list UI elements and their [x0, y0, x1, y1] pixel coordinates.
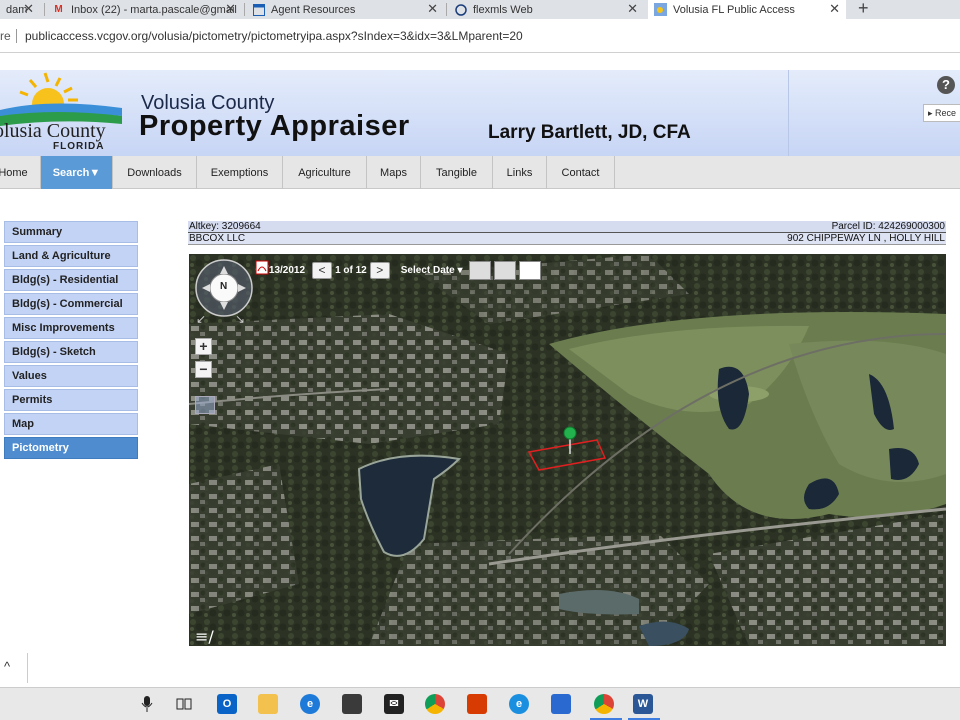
svg-text:≡/: ≡/: [195, 627, 214, 646]
property-address: 902 CHIPPEWAY LN , HOLLY HILL: [787, 233, 945, 244]
mail-icon[interactable]: ✉: [384, 694, 404, 714]
site-info-label[interactable]: re: [0, 29, 11, 43]
tab-close-icon[interactable]: ✕: [427, 1, 438, 17]
recent-button[interactable]: ▸ Rece: [923, 104, 960, 122]
aerial-image[interactable]: ≡/: [189, 254, 946, 646]
browser-tab-agent-resources[interactable]: Agent Resources ✕: [246, 0, 444, 19]
browser-tab-bar: ✕ dam M Inbox (22) - marta.pascale@gmail…: [0, 0, 960, 19]
sidebar-item-commercial[interactable]: Bldg(s) - Commercial: [4, 293, 138, 315]
nav-tangible[interactable]: Tangible: [421, 156, 493, 189]
browser-tab-flexmls[interactable]: flexmls Web ✕: [448, 0, 644, 19]
sidebar-item-sketch[interactable]: Bldg(s) - Sketch: [4, 341, 138, 363]
chrome-icon[interactable]: [425, 694, 445, 714]
nav-exemptions[interactable]: Exemptions: [197, 156, 283, 189]
internet-explorer-icon[interactable]: e: [509, 694, 529, 714]
tab-title: flexmls Web: [473, 3, 533, 16]
sidebar-item-permits[interactable]: Permits: [4, 389, 138, 411]
browser-tab-1[interactable]: ✕ dam: [0, 0, 40, 19]
page-title: Property Appraiser: [139, 110, 410, 142]
sidebar-item-land[interactable]: Land & Agriculture: [4, 245, 138, 267]
property-info-row-2: BBCOX LLC 902 CHIPPEWAY LN , HOLLY HILL: [188, 233, 946, 245]
nav-search[interactable]: Search▼: [41, 156, 113, 189]
microphone-icon[interactable]: [141, 695, 153, 718]
tab-close-icon[interactable]: ✕: [225, 1, 236, 17]
gmail-icon: M: [54, 4, 63, 15]
compass-control[interactable]: N: [194, 258, 254, 318]
tab-close-icon[interactable]: ✕: [829, 1, 840, 17]
edge-icon[interactable]: e: [300, 694, 320, 714]
sidebar-item-summary[interactable]: Summary: [4, 221, 138, 243]
owner-name: BBCOX LLC: [189, 233, 246, 244]
url-field[interactable]: publicaccess.vcgov.org/volusia/pictometr…: [25, 29, 523, 43]
outlook-icon[interactable]: O: [217, 694, 237, 714]
tab-title: Agent Resources: [271, 3, 356, 16]
logo-state: FLORIDA: [53, 141, 105, 152]
chrome-profile-icon[interactable]: [594, 694, 614, 714]
pin-icon[interactable]: [257, 260, 517, 280]
sidebar-item-pictometry[interactable]: Pictometry: [4, 437, 138, 459]
task-view-icon[interactable]: [176, 696, 192, 717]
site-header: olusia County FLORIDA Volusia County Pro…: [0, 70, 960, 156]
browser-tab-volusia[interactable]: Volusia FL Public Access ✕: [648, 0, 846, 19]
zoom-in-button[interactable]: +: [195, 338, 212, 355]
flexmls-icon: [454, 3, 467, 16]
property-info-row-1: Altkey: 3209664 Parcel ID: 424269000300: [188, 221, 946, 233]
pictometry-toolbar: 02/13/2012 < 1 of 12 > Select Date ▾: [255, 260, 542, 280]
previous-image-button[interactable]: <: [312, 261, 333, 279]
image-count: 1 of 12: [335, 264, 367, 276]
nav-maps[interactable]: Maps: [367, 156, 421, 189]
compass-north-label: N: [220, 281, 228, 292]
download-bar: ^: [0, 647, 960, 687]
altkey: Altkey: 3209664: [189, 221, 261, 232]
main-nav: Home Search▼ Downloads Exemptions Agricu…: [0, 156, 960, 189]
volusia-logo[interactable]: olusia County FLORIDA: [0, 70, 125, 156]
pdf-icon[interactable]: [255, 260, 542, 280]
nav-links[interactable]: Links: [493, 156, 547, 189]
browser-tab-gmail[interactable]: M Inbox (22) - marta.pascale@gmail ✕: [46, 0, 242, 19]
nav-contact[interactable]: Contact: [547, 156, 615, 189]
appraiser-name: Larry Bartlett, JD, CFA: [488, 122, 691, 143]
location-pin-icon: [563, 426, 577, 440]
page-icon: [252, 3, 265, 16]
nav-downloads[interactable]: Downloads: [113, 156, 197, 189]
tab-title: Volusia FL Public Access: [673, 3, 795, 16]
sidebar-item-residential[interactable]: Bldg(s) - Residential: [4, 269, 138, 291]
help-icon[interactable]: ?: [937, 76, 955, 94]
rotate-right-icon[interactable]: ↘: [235, 312, 245, 326]
full-extent-icon[interactable]: [195, 396, 215, 414]
word-icon[interactable]: W: [633, 694, 653, 714]
logo-text: olusia County: [0, 120, 106, 142]
address-bar: re publicaccess.vcgov.org/volusia/pictom…: [0, 19, 960, 53]
zoom-out-button[interactable]: −: [195, 361, 212, 378]
volusia-icon: [654, 3, 667, 16]
store-icon[interactable]: [342, 694, 362, 714]
rotate-left-icon[interactable]: ↙: [196, 312, 206, 326]
pictometry-viewer[interactable]: ≡/ N ↙ ↘ + − 02/13/2012 < 1 of 12 > Sele…: [189, 254, 946, 646]
file-explorer-icon[interactable]: [258, 694, 278, 714]
layers-icon[interactable]: [255, 260, 492, 280]
chevron-up-icon[interactable]: ^: [4, 659, 10, 674]
sidebar-item-values[interactable]: Values: [4, 365, 138, 387]
parcel-id: Parcel ID: 424269000300: [831, 221, 945, 232]
tab-title: Inbox (22) - marta.pascale@gmail: [71, 3, 237, 16]
sidebar-item-map[interactable]: Map: [4, 413, 138, 435]
select-date-dropdown[interactable]: Select Date ▾: [401, 265, 463, 276]
office-icon[interactable]: [467, 694, 487, 714]
photos-icon[interactable]: [551, 694, 571, 714]
tab-close-icon[interactable]: ✕: [23, 1, 34, 17]
nav-agriculture[interactable]: Agriculture: [283, 156, 367, 189]
next-image-button[interactable]: >: [369, 261, 390, 279]
windows-taskbar: O e ✉ e W: [0, 687, 960, 720]
sidebar-item-misc[interactable]: Misc Improvements: [4, 317, 138, 339]
tab-close-icon[interactable]: ✕: [627, 1, 638, 17]
nav-home[interactable]: Home: [0, 156, 41, 189]
new-tab-button[interactable]: +: [858, 0, 869, 19]
